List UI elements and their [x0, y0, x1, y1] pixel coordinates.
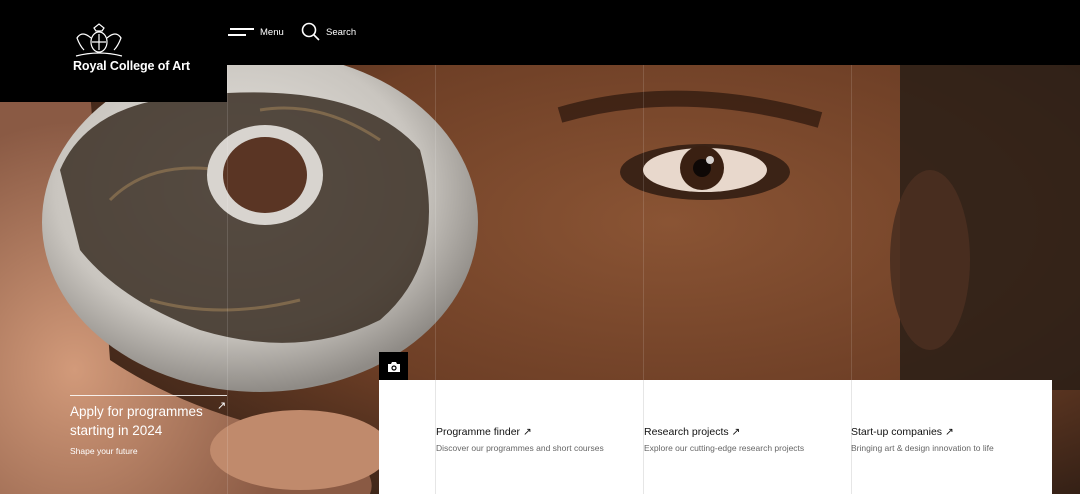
search-label: Search	[326, 26, 357, 38]
apply-divider	[70, 395, 227, 396]
research-projects-link[interactable]: Research projects ↗ Explore our cutting-…	[644, 426, 804, 453]
menu-label: Menu	[260, 26, 284, 38]
link-description: Bringing art & design innovation to life	[851, 443, 994, 453]
menu-button[interactable]: Menu	[228, 22, 284, 42]
link-description: Discover our programmes and short course…	[436, 443, 604, 453]
link-title: Programme finder ↗	[436, 426, 532, 438]
grid-line	[227, 0, 228, 494]
logo-link[interactable]: Royal College of Art	[0, 0, 227, 102]
apply-programmes-link[interactable]: Apply for programmes starting in 2024	[70, 402, 220, 440]
link-title: Start-up companies ↗	[851, 426, 954, 438]
programme-finder-link[interactable]: Programme finder ↗ Discover our programm…	[436, 426, 604, 453]
logo-text: Royal College of Art	[73, 59, 190, 73]
apply-subtitle: Shape your future	[70, 446, 138, 456]
startup-companies-link[interactable]: Start-up companies ↗ Bringing art & desi…	[851, 426, 994, 453]
link-description: Explore our cutting-edge research projec…	[644, 443, 805, 453]
link-title: Research projects ↗	[644, 426, 741, 438]
royal-crest-icon	[75, 23, 123, 57]
search-button[interactable]: Search	[301, 22, 356, 42]
image-credit-button[interactable]	[379, 352, 408, 381]
hamburger-icon	[228, 26, 254, 38]
camera-icon	[387, 361, 400, 372]
search-icon	[301, 22, 320, 41]
